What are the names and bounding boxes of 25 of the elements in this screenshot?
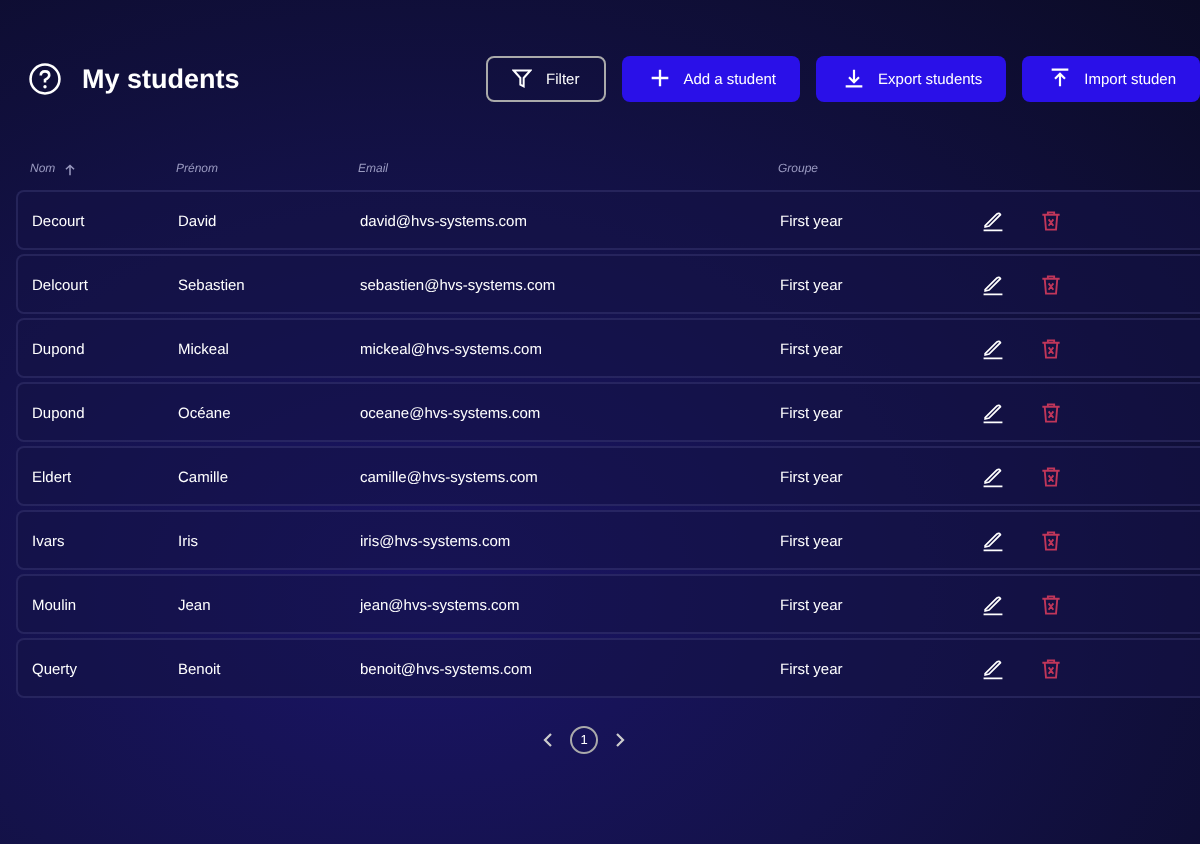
edit-icon[interactable] bbox=[982, 529, 1004, 551]
trash-icon[interactable] bbox=[1040, 401, 1062, 423]
trash-icon[interactable] bbox=[1040, 209, 1062, 231]
trash-icon[interactable] bbox=[1040, 593, 1062, 615]
edit-icon[interactable] bbox=[982, 273, 1004, 295]
trash-icon[interactable] bbox=[1040, 337, 1062, 359]
trash-icon[interactable] bbox=[1040, 529, 1062, 551]
trash-icon[interactable] bbox=[1040, 465, 1062, 487]
trash-icon[interactable] bbox=[1040, 273, 1062, 295]
sort-arrow-icon[interactable] bbox=[63, 164, 76, 176]
edit-icon[interactable] bbox=[982, 465, 1004, 487]
download-icon bbox=[844, 68, 865, 88]
edit-icon[interactable] bbox=[982, 209, 1004, 231]
upload-icon bbox=[1050, 68, 1071, 88]
plus-icon bbox=[649, 68, 670, 88]
trash-icon[interactable] bbox=[1040, 657, 1062, 679]
edit-icon[interactable] bbox=[982, 401, 1004, 423]
edit-icon[interactable] bbox=[982, 337, 1004, 359]
edit-icon[interactable] bbox=[982, 593, 1004, 615]
help-icon bbox=[28, 61, 62, 95]
previous-page-icon[interactable] bbox=[542, 732, 554, 748]
next-page-icon[interactable] bbox=[614, 732, 626, 748]
filter-icon bbox=[512, 68, 533, 88]
edit-icon[interactable] bbox=[982, 657, 1004, 679]
page-title: My students bbox=[82, 63, 240, 93]
